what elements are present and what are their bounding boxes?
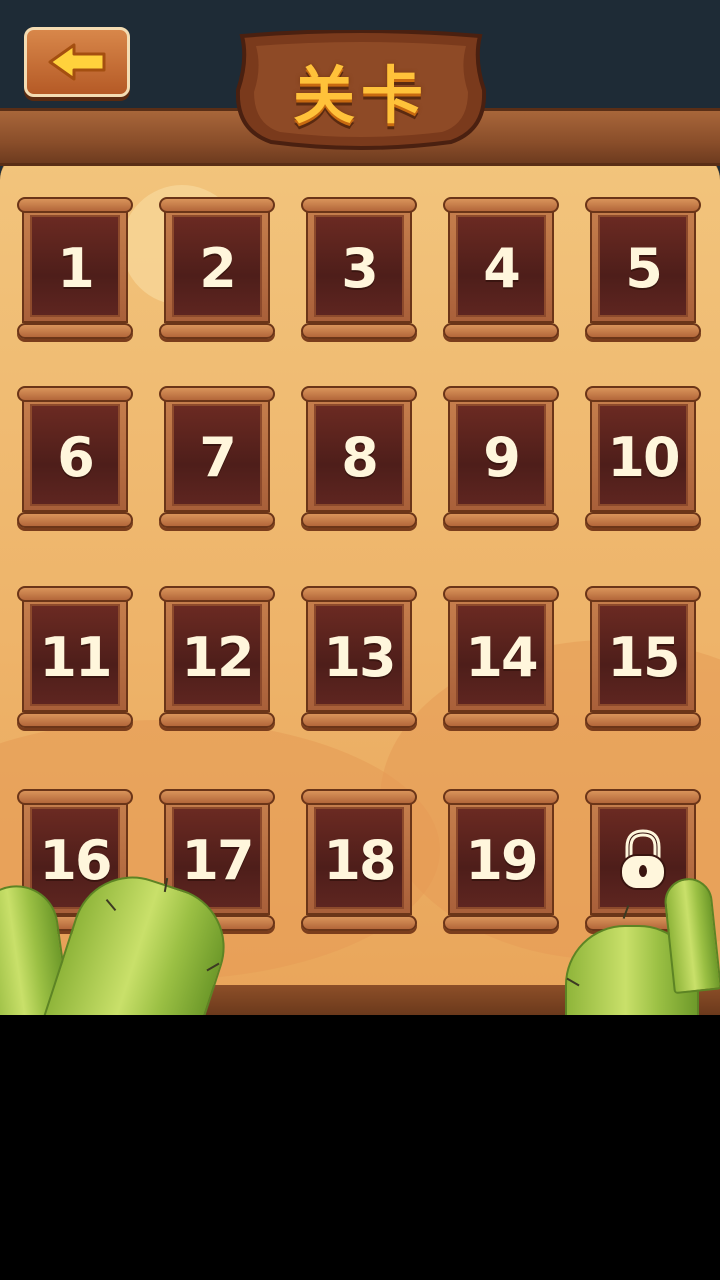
level-number: 9 — [483, 425, 521, 489]
level-number: 12 — [181, 625, 254, 689]
page-title: 关卡 — [292, 59, 429, 132]
level-tile[interactable]: 2 — [159, 197, 275, 339]
level-tile[interactable]: 6 — [17, 386, 133, 528]
level-number: 4 — [483, 236, 521, 300]
level-number: 10 — [607, 425, 680, 489]
level-tile[interactable]: 12 — [159, 586, 275, 728]
back-button[interactable] — [24, 27, 130, 97]
level-number: 13 — [323, 625, 396, 689]
level-tile[interactable]: 18 — [301, 789, 417, 931]
level-tile[interactable]: 10 — [585, 386, 701, 528]
level-tile[interactable]: 1 — [17, 197, 133, 339]
level-number: 2 — [199, 236, 237, 300]
level-tile[interactable]: 13 — [301, 586, 417, 728]
level-number: 15 — [607, 625, 680, 689]
level-tile[interactable]: 3 — [301, 197, 417, 339]
level-tile[interactable]: 5 — [585, 197, 701, 339]
title-plaque: 关卡 — [236, 30, 486, 150]
level-number: 8 — [341, 425, 379, 489]
level-tile[interactable]: 19 — [443, 789, 559, 931]
level-number: 1 — [57, 236, 95, 300]
level-number: 7 — [199, 425, 237, 489]
level-tile[interactable]: 4 — [443, 197, 559, 339]
level-number: 14 — [465, 625, 538, 689]
level-number: 11 — [39, 625, 112, 689]
level-tile[interactable]: 14 — [443, 586, 559, 728]
level-number: 19 — [465, 828, 538, 892]
level-number: 6 — [57, 425, 95, 489]
level-tile[interactable]: 11 — [17, 586, 133, 728]
arrow-left-icon — [48, 43, 106, 81]
level-number: 5 — [625, 236, 663, 300]
level-tile[interactable]: 15 — [585, 586, 701, 728]
game-screen: 关卡 1 2 3 4 5 6 7 8 9 10 11 12 13 14 15 16 17 18 19 — [0, 0, 720, 1015]
level-number: 18 — [323, 828, 396, 892]
level-number: 3 — [341, 236, 379, 300]
level-tile[interactable]: 7 — [159, 386, 275, 528]
level-tile[interactable]: 9 — [443, 386, 559, 528]
level-tile[interactable]: 8 — [301, 386, 417, 528]
